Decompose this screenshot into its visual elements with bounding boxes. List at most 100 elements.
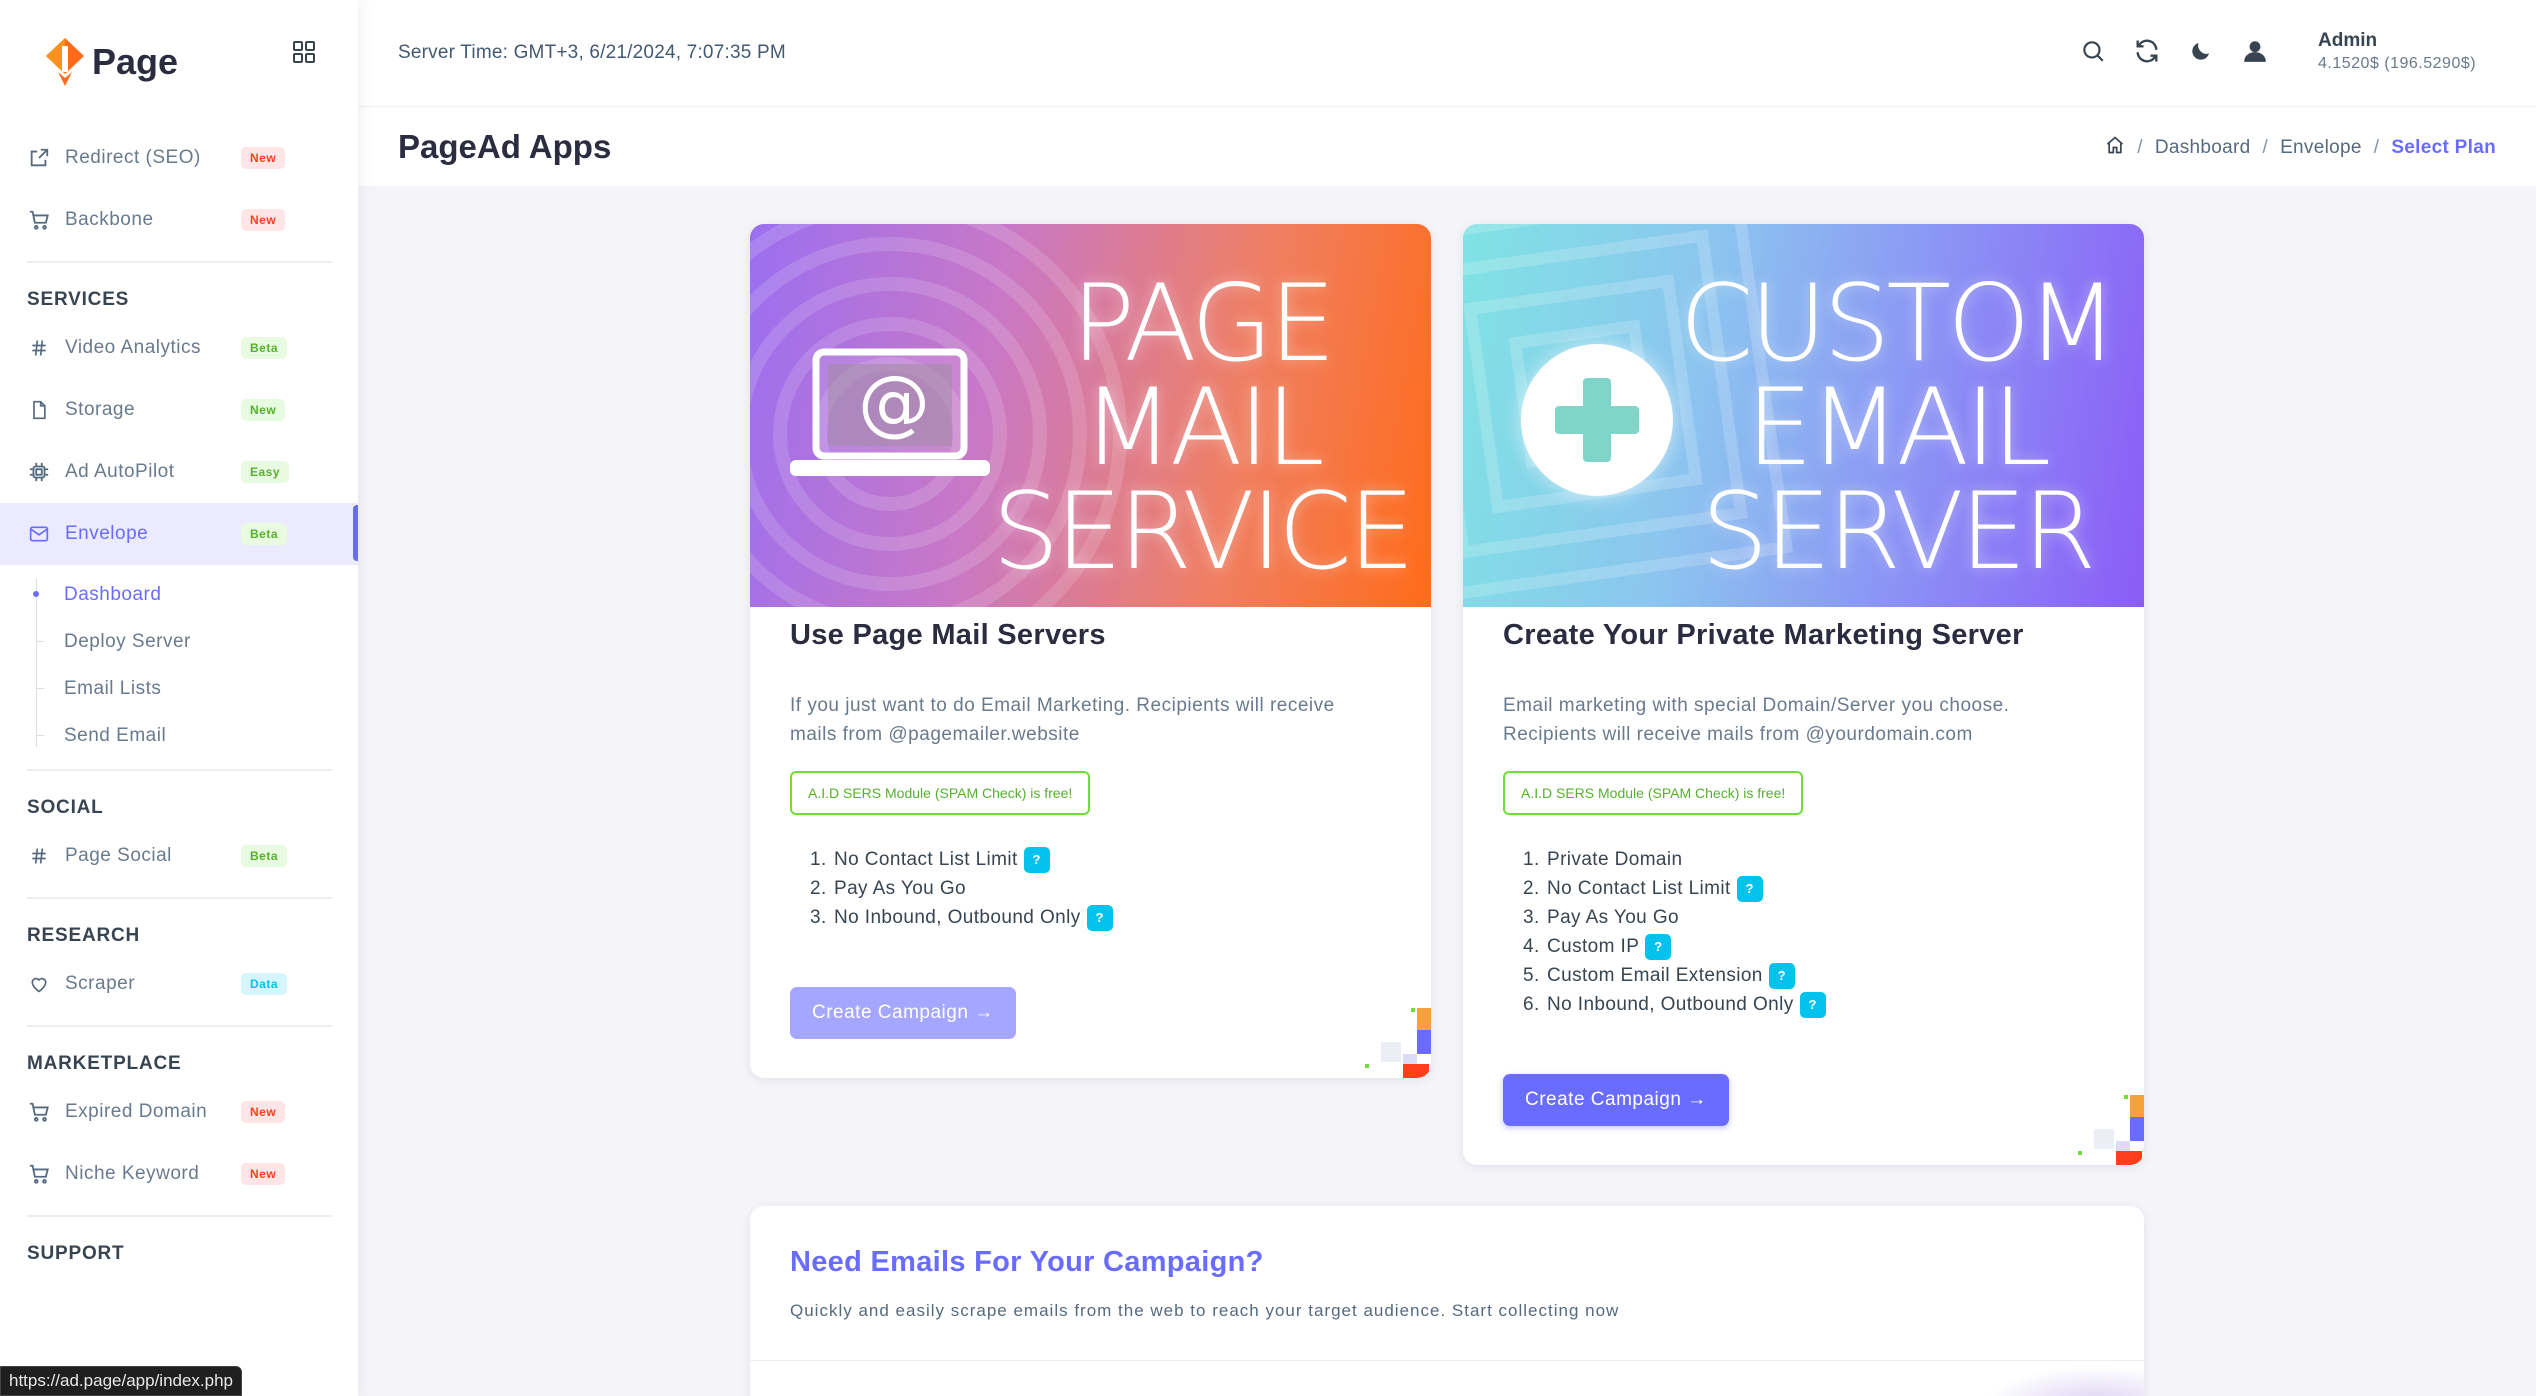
feature-item: 4. Custom IP? <box>1523 932 2104 961</box>
sidebar-item-redirect-seo[interactable]: Redirect (SEO) New <box>0 127 358 189</box>
sidebar-item-ad-autopilot[interactable]: Ad AutoPilot Easy <box>0 441 358 503</box>
moon-icon[interactable] <box>2186 36 2216 66</box>
hero-line: CUSTOM <box>1679 262 2118 385</box>
pixel-decoration <box>1365 1008 1431 1078</box>
breadcrumb-envelope[interactable]: Envelope <box>2280 137 2362 159</box>
card-title: Need Emails For Your Campaign? <box>790 1246 1264 1278</box>
brand: Page <box>0 0 358 124</box>
sidebar-item-envelope[interactable]: Envelope Beta <box>0 503 358 565</box>
hero-line: MAIL <box>1082 365 1324 489</box>
feature-item: 1. Private Domain <box>1523 848 1683 870</box>
sidebar-item-label: Video Analytics <box>65 337 202 358</box>
feature-list: 1. No Contact List Limit? 2. Pay As You Go… <box>790 845 1391 932</box>
at-glyph: @ <box>858 360 931 444</box>
beta-badge: Beta <box>241 523 288 545</box>
submenu-item-send-email[interactable]: Send Email <box>36 712 358 759</box>
file-icon <box>27 398 51 422</box>
hero-line: PAGE <box>1071 262 1336 385</box>
page-mail-hero-image: @ PAGE MAIL SERVICE <box>750 224 1431 607</box>
heart-icon <box>27 972 51 996</box>
breadcrumb-dashboard[interactable]: Dashboard <box>2155 137 2251 159</box>
user-balance: 4.1520$ (196.5290$) <box>2318 55 2477 72</box>
help-icon[interactable]: ? <box>1736 875 1763 902</box>
card-title: Use Page Mail Servers <box>790 619 1106 651</box>
cart-icon <box>27 208 51 232</box>
refresh-icon[interactable] <box>2132 36 2162 66</box>
laptop-icon: @ <box>788 346 992 491</box>
sidebar-item-storage[interactable]: Storage New <box>0 379 358 441</box>
help-icon[interactable]: ? <box>1645 933 1672 960</box>
sidebar-item-backbone[interactable]: Backbone New <box>0 189 358 251</box>
divider <box>27 1025 332 1027</box>
topbar-actions <box>2078 36 2270 66</box>
custom-email-server-card: CUSTOM EMAIL SERVER Create Your Private … <box>1463 224 2144 1165</box>
help-icon[interactable]: ? <box>1799 991 1826 1018</box>
free-module-pill: A.I.D SERS Module (SPAM Check) is free! <box>790 771 1091 815</box>
feature-list: 1. Private Domain 2. No Contact List Limit… <box>1503 845 2104 1019</box>
grid-icon[interactable] <box>292 40 316 64</box>
beta-badge: Beta <box>241 845 288 867</box>
decorative-blob <box>1984 1366 2144 1396</box>
brand-name[interactable]: Page <box>92 41 178 83</box>
section-title-support: SUPPORT <box>27 1243 125 1264</box>
free-module-pill: A.I.D SERS Module (SPAM Check) is free! <box>1503 771 1804 815</box>
sidebar-item-niche-keyword[interactable]: Niche Keyword New <box>0 1143 358 1205</box>
sidebar-item-video-analytics[interactable]: Video Analytics Beta <box>0 317 358 379</box>
feature-item: 5. Custom Email Extension? <box>1523 961 2104 990</box>
help-icon[interactable]: ? <box>1023 846 1050 873</box>
card-title: Create Your Private Marketing Server <box>1503 619 2024 651</box>
submenu-item-email-lists[interactable]: Email Lists <box>36 665 358 712</box>
submenu-label: Dashboard <box>64 583 162 605</box>
submenu-item-dashboard[interactable]: Dashboard <box>33 571 358 618</box>
feature-item: 3. No Inbound, Outbound Only? <box>810 903 1391 932</box>
sidebar-item-scraper[interactable]: Scraper Data <box>0 953 358 1015</box>
hero-line: EMAIL <box>1746 365 2051 489</box>
topbar: Server Time: GMT+3, 6/21/2024, 7:07:35 P… <box>358 0 2536 106</box>
card-divider <box>750 1360 2144 1361</box>
divider <box>27 1215 332 1217</box>
card-subtitle: Quickly and easily scrape emails from th… <box>790 1301 1620 1320</box>
need-emails-card: Need Emails For Your Campaign? Quickly a… <box>750 1206 2144 1396</box>
sidebar-item-page-social[interactable]: Page Social Beta <box>0 825 358 887</box>
sidebar-item-label: Niche Keyword <box>65 1163 200 1184</box>
breadcrumb: / Dashboard / Envelope / Select Plan <box>2105 135 2496 161</box>
submenu-label: Send Email <box>64 724 167 746</box>
page-header: PageAd Apps / Dashboard / Envelope / Sel… <box>358 106 2536 186</box>
custom-email-hero-text: CUSTOM EMAIL SERVER <box>1679 262 2118 585</box>
status-bar-url: https://ad.page/app/index.php <box>0 1366 243 1396</box>
user-menu[interactable]: Admin 4.1520$ (196.5290$) <box>2318 30 2476 73</box>
sidebar-item-label: Envelope <box>65 523 149 544</box>
section-title-research: RESEARCH <box>27 925 141 946</box>
cart-icon <box>27 1162 51 1186</box>
hero-line: SERVICE <box>992 469 1415 593</box>
section-title-marketplace: MARKETPLACE <box>27 1053 182 1074</box>
help-icon[interactable]: ? <box>1768 962 1795 989</box>
card-description: Email marketing with special Domain/Serv… <box>1503 692 2104 749</box>
brand-logo-icon[interactable] <box>40 34 90 90</box>
create-campaign-button[interactable]: Create Campaign → <box>1503 1074 1729 1126</box>
hash-icon <box>27 336 51 360</box>
help-icon[interactable]: ? <box>1086 904 1113 931</box>
user-name: Admin <box>2318 30 2378 51</box>
card-description: If you just want to do Email Marketing. … <box>790 692 1391 749</box>
divider <box>27 769 332 771</box>
breadcrumb-current: Select Plan <box>2391 137 2496 158</box>
user-avatar-icon[interactable] <box>2240 36 2270 66</box>
sidebar: Page Redirect (SEO) New Backbone New SER… <box>0 0 358 1396</box>
sidebar-item-expired-domain[interactable]: Expired Domain New <box>0 1081 358 1143</box>
external-link-icon <box>27 146 51 170</box>
submenu-label: Email Lists <box>64 677 162 699</box>
create-campaign-button[interactable]: Create Campaign → <box>790 987 1016 1039</box>
hash-icon <box>27 844 51 868</box>
search-icon[interactable] <box>2078 36 2108 66</box>
server-time: Server Time: GMT+3, 6/21/2024, 7:07:35 P… <box>398 42 786 63</box>
sidebar-item-label: Expired Domain <box>65 1101 208 1122</box>
feature-item: 2. Pay As You Go <box>810 877 966 899</box>
page-mail-hero-text: PAGE MAIL SERVICE <box>992 262 1415 593</box>
divider <box>27 261 332 263</box>
sidebar-item-label: Page Social <box>65 845 172 866</box>
plus-circle-icon <box>1521 344 1673 496</box>
sidebar-item-label: Storage <box>65 399 136 420</box>
submenu-item-deploy-server[interactable]: Deploy Server <box>36 618 358 665</box>
home-icon[interactable] <box>2105 135 2125 161</box>
